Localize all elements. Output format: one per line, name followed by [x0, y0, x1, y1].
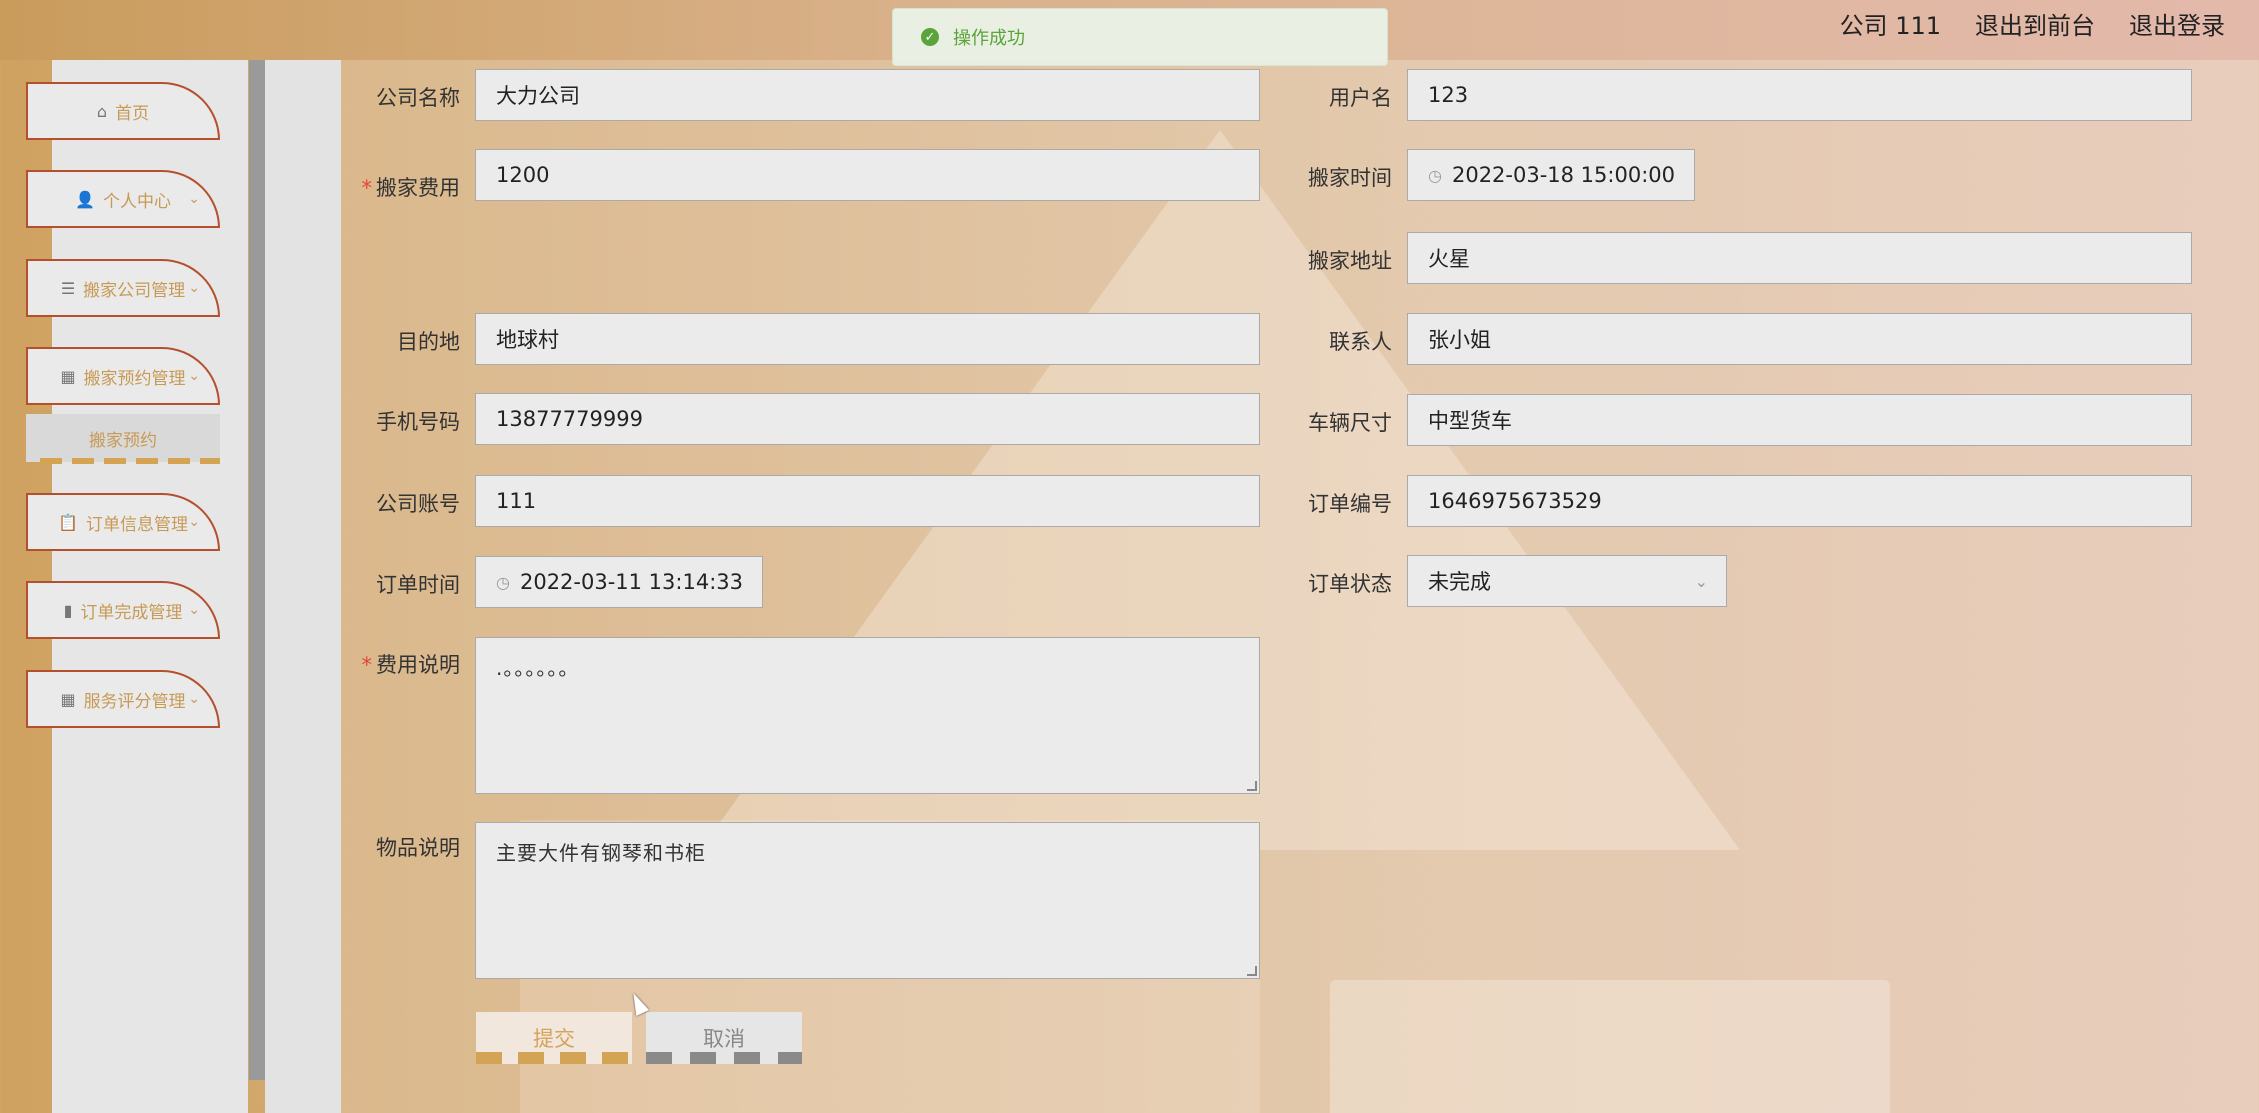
logout-link[interactable]: 退出登录	[2129, 6, 2225, 41]
sidebar-item-order-complete[interactable]: ▮ 订单完成管理 ⌄	[26, 581, 220, 639]
contact-input[interactable]: 张小姐	[1407, 313, 2192, 365]
moving-fee-input[interactable]: 1200	[475, 149, 1260, 201]
home-icon: ⌂	[96, 101, 108, 121]
grid-icon: ▦	[60, 366, 76, 386]
back-to-front-link[interactable]: 退出到前台	[1975, 6, 2095, 41]
submit-label: 提交	[533, 1027, 575, 1051]
vehicle-size-value: 中型货车	[1428, 409, 1512, 433]
current-user: 公司 111	[1839, 12, 1941, 40]
clock-icon: ◷	[496, 572, 510, 592]
company-account-value: 111	[496, 489, 537, 513]
phone-label: 手机号码	[376, 410, 460, 434]
cancel-label: 取消	[703, 1027, 745, 1051]
company-account-input[interactable]: 111	[475, 475, 1260, 527]
moving-address-input[interactable]: 火星	[1407, 232, 2192, 284]
destination-label: 目的地	[397, 330, 460, 354]
chevron-down-icon: ⌄	[188, 514, 200, 530]
company-name-value: 大力公司	[496, 84, 580, 108]
sidebar-item-label: 搬家公司管理	[83, 280, 186, 301]
grid-icon: ▦	[60, 689, 76, 709]
required-mark: *	[361, 176, 373, 200]
chevron-down-icon: ⌄	[188, 368, 200, 384]
required-mark: *	[361, 653, 373, 677]
item-description-label: 物品说明	[376, 836, 460, 860]
resize-handle[interactable]	[1247, 966, 1257, 976]
clipboard-icon: 📋	[58, 512, 78, 532]
sidebar-item-profile[interactable]: 👤 个人中心 ⌄	[26, 170, 220, 228]
sidebar-scrollbar[interactable]	[249, 60, 265, 1080]
moving-address-label: 搬家地址	[1308, 249, 1392, 273]
sidebar-item-label: 订单信息管理	[85, 514, 188, 535]
fee-description-label: * 费用说明	[340, 642, 461, 688]
moving-time-picker[interactable]: ◷ 2022-03-18 15:00:00	[1407, 149, 1695, 201]
sidebar-subitem-label: 搬家预约	[89, 430, 157, 451]
moving-fee-label-text: 搬家费用	[376, 176, 460, 200]
company-name-input[interactable]: 大力公司	[475, 69, 1260, 121]
username-value: 123	[1428, 83, 1469, 107]
order-time-label: 订单时间	[376, 573, 460, 597]
chevron-down-icon: ⌄	[1694, 571, 1708, 591]
vehicle-size-input[interactable]: 中型货车	[1407, 394, 2192, 446]
order-number-input[interactable]: 1646975673529	[1407, 475, 2192, 527]
user-icon: 👤	[75, 189, 95, 209]
order-number-value: 1646975673529	[1428, 489, 1602, 513]
chevron-down-icon: ⌄	[188, 602, 200, 618]
bar-chart-icon: ▮	[63, 600, 73, 620]
sidebar-item-label: 搬家预约管理	[83, 368, 186, 389]
chevron-down-icon: ⌄	[188, 691, 200, 707]
submit-button-underline	[476, 1052, 632, 1064]
sidebar-item-service-rating[interactable]: ▦ 服务评分管理 ⌄	[26, 670, 220, 728]
order-number-label: 订单编号	[1308, 492, 1392, 516]
fee-description-value: .。。。。。。	[496, 656, 580, 680]
vehicle-size-label: 车辆尺寸	[1308, 411, 1392, 435]
sidebar-item-home[interactable]: ⌂ 首页	[26, 82, 220, 140]
order-time-picker[interactable]: ◷ 2022-03-11 13:14:33	[475, 556, 763, 608]
company-name-label: 公司名称	[376, 86, 460, 110]
sidebar-item-booking-management[interactable]: ▦ 搬家预约管理 ⌄	[26, 347, 220, 405]
list-icon: ☰	[60, 278, 76, 298]
sidebar-item-company-management[interactable]: ☰ 搬家公司管理 ⌄	[26, 259, 220, 317]
username-label: 用户名	[1329, 86, 1392, 110]
contact-label: 联系人	[1329, 330, 1392, 354]
sidebar-item-label: 首页	[115, 103, 150, 124]
order-time-value: 2022-03-11 13:14:33	[519, 570, 744, 594]
order-status-label: 订单状态	[1308, 572, 1392, 596]
order-status-select[interactable]: 未完成 ⌄	[1407, 555, 1727, 607]
moving-fee-value: 1200	[496, 163, 550, 187]
submenu-underline	[40, 458, 220, 464]
destination-input[interactable]: 地球村	[475, 313, 1260, 365]
username-input[interactable]: 123	[1407, 69, 2192, 121]
header-actions: 公司 111 退出到前台 退出登录	[1840, 6, 2225, 41]
sidebar-subitem-booking[interactable]: 搬家预约	[26, 414, 220, 462]
sidebar-item-label: 订单完成管理	[80, 602, 183, 623]
sidebar-item-label: 服务评分管理	[83, 691, 186, 712]
cancel-button-underline	[646, 1052, 802, 1064]
success-toast: ✓ 操作成功	[892, 8, 1388, 66]
order-status-value: 未完成	[1428, 570, 1491, 594]
sidebar-item-label: 个人中心	[102, 191, 171, 212]
sidebar-item-order-info[interactable]: 📋 订单信息管理 ⌄	[26, 493, 220, 551]
contact-value: 张小姐	[1428, 328, 1491, 352]
check-circle-icon: ✓	[921, 28, 939, 46]
resize-handle[interactable]	[1247, 781, 1257, 791]
chevron-down-icon: ⌄	[188, 280, 200, 296]
moving-time-value: 2022-03-18 15:00:00	[1451, 163, 1676, 187]
item-description-value: 主要大件有钢琴和书柜	[496, 841, 706, 865]
clock-icon: ◷	[1428, 165, 1442, 185]
moving-time-label: 搬家时间	[1308, 166, 1392, 190]
phone-value: 13877779999	[496, 407, 643, 431]
company-account-label: 公司账号	[376, 492, 460, 516]
chevron-down-icon: ⌄	[188, 191, 200, 207]
sidebar-gutter	[265, 60, 341, 1113]
fee-description-textarea[interactable]: .。。。。。。	[475, 637, 1260, 794]
item-description-textarea[interactable]: 主要大件有钢琴和书柜	[475, 822, 1260, 979]
phone-input[interactable]: 13877779999	[475, 393, 1260, 445]
toast-message: 操作成功	[953, 28, 1025, 49]
destination-value: 地球村	[496, 328, 559, 352]
fee-description-label-text: 费用说明	[376, 653, 460, 677]
moving-address-value: 火星	[1428, 247, 1470, 271]
moving-fee-label: * 搬家费用	[340, 162, 461, 214]
